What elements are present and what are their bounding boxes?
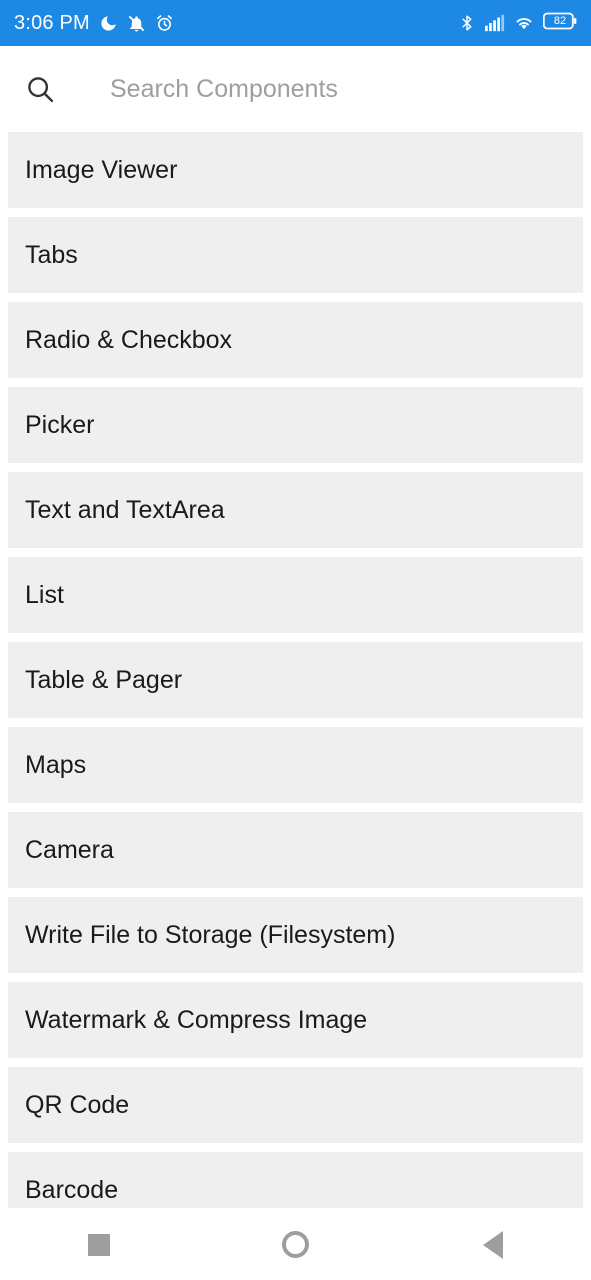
home-button[interactable] xyxy=(251,1215,341,1275)
list-item-label: Image Viewer xyxy=(25,155,178,184)
search-input[interactable] xyxy=(110,67,573,111)
status-bar: 3:06 PM 82 xyxy=(0,0,591,46)
notification-off-icon xyxy=(127,14,146,33)
list-item-label: Camera xyxy=(25,835,114,864)
list-item[interactable]: Image Viewer xyxy=(8,132,583,208)
square-icon xyxy=(87,1233,110,1256)
list-item[interactable]: Tabs xyxy=(8,217,583,293)
moon-icon xyxy=(99,14,118,33)
phone-screen: 3:06 PM 82 Search Components Image Viewe… xyxy=(0,0,591,1280)
list-item[interactable]: Camera xyxy=(8,812,583,888)
recent-apps-button[interactable] xyxy=(54,1215,144,1275)
list-item-label: Picker xyxy=(25,410,95,439)
list-item-label: Radio & Checkbox xyxy=(25,325,233,354)
list-item-label: Watermark & Compress Image xyxy=(25,1005,368,1034)
list-item-label: Table & Pager xyxy=(25,665,183,694)
list-item[interactable]: Watermark & Compress Image xyxy=(8,982,583,1058)
list-item-label: Tabs xyxy=(25,240,78,269)
bluetooth-icon xyxy=(458,14,476,32)
back-button[interactable] xyxy=(448,1215,538,1275)
cellular-signal-icon xyxy=(485,14,505,32)
list-item[interactable]: Table & Pager xyxy=(8,642,583,718)
list-item-label: Maps xyxy=(25,750,87,779)
list-item[interactable]: Radio & Checkbox xyxy=(8,302,583,378)
search-icon[interactable] xyxy=(18,67,62,111)
list-item-label: Write File to Storage (Filesystem) xyxy=(25,920,396,949)
battery-icon: 82 xyxy=(542,12,577,35)
status-bar-right: 82 xyxy=(458,12,577,35)
circle-icon xyxy=(282,1231,309,1258)
list-item[interactable]: List xyxy=(8,557,583,633)
list-item-label: QR Code xyxy=(25,1090,130,1119)
triangle-left-icon xyxy=(482,1230,503,1259)
alarm-icon xyxy=(155,14,174,33)
search-bar[interactable] xyxy=(0,46,591,132)
list-item-label: List xyxy=(25,580,64,609)
list-item[interactable]: Picker xyxy=(8,387,583,463)
battery-level-text: 82 xyxy=(553,14,567,27)
list-item[interactable]: Maps xyxy=(8,727,583,803)
wifi-icon xyxy=(514,14,534,32)
list-item[interactable]: Write File to Storage (Filesystem) xyxy=(8,897,583,973)
list-item[interactable]: Barcode xyxy=(8,1152,583,1208)
list-item[interactable]: QR Code xyxy=(8,1067,583,1143)
list-item-label: Barcode xyxy=(25,1175,119,1204)
status-clock: 3:06 PM xyxy=(14,11,90,34)
list-item-label: Text and TextArea xyxy=(25,495,225,524)
components-list[interactable]: Image Viewer Tabs Radio & Checkbox Picke… xyxy=(0,132,591,1208)
navigation-bar xyxy=(0,1208,591,1280)
list-item[interactable]: Text and TextArea xyxy=(8,472,583,548)
status-bar-left: 3:06 PM xyxy=(14,12,174,35)
